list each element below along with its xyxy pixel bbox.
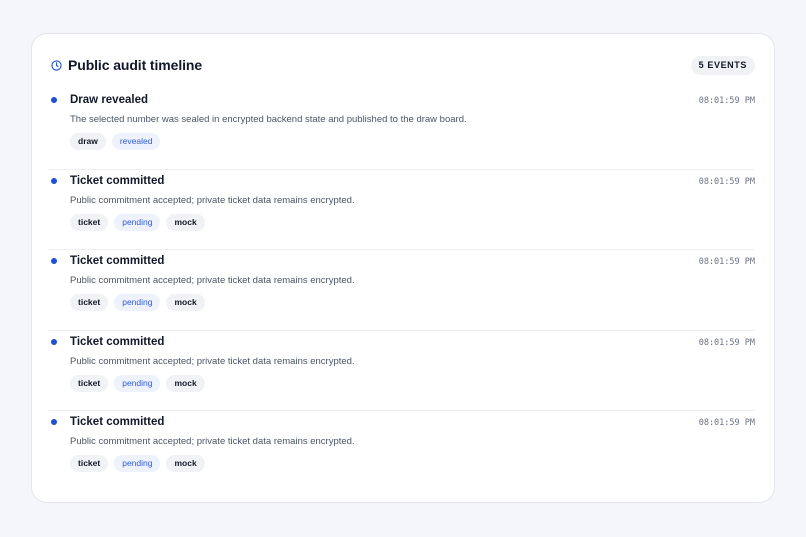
tag-mock: mock	[166, 455, 205, 472]
event-title: Ticket committed	[70, 335, 165, 348]
card-header: Public audit timeline 5 EVENTS	[51, 54, 755, 76]
tag-mock: mock	[166, 294, 205, 311]
audit-timeline-card: Public audit timeline 5 EVENTS Draw reve…	[31, 33, 775, 503]
event-description: Public commitment accepted; private tick…	[70, 436, 355, 447]
event-title: Ticket committed	[70, 174, 165, 187]
event-dot	[51, 338, 57, 345]
event-tags: ticket pending mock	[70, 374, 205, 392]
tag-pending: pending	[114, 213, 161, 231]
event-description: Public commitment accepted; private tick…	[70, 194, 355, 206]
timeline-event: Ticket committed 08:01:59 PM Public comm…	[49, 250, 755, 331]
clock-icon	[51, 59, 62, 71]
event-tags: ticket pending mock	[70, 294, 205, 311]
event-time: 08:01:59 PM	[698, 257, 755, 267]
tag-ticket: ticket	[70, 455, 109, 472]
event-title: Draw revealed	[70, 94, 148, 106]
event-list: Draw revealed 08:01:59 PM The selected n…	[49, 89, 755, 492]
event-description: The selected number was sealed in encryp…	[70, 114, 467, 125]
tag-ticket: ticket	[70, 213, 109, 231]
event-dot	[51, 177, 57, 184]
timeline-event: Ticket committed 08:01:59 PM Public comm…	[49, 331, 755, 411]
tag-revealed: revealed	[111, 133, 161, 150]
event-title: Ticket committed	[70, 416, 165, 428]
event-description: Public commitment accepted; private tick…	[70, 355, 355, 367]
tag-ticket: ticket	[70, 374, 109, 392]
tag-mock: mock	[166, 374, 205, 392]
timeline-event: Ticket committed 08:01:59 PM Public comm…	[49, 411, 755, 492]
event-time: 08:01:59 PM	[698, 337, 755, 348]
tag-pending: pending	[114, 374, 161, 392]
event-tags: ticket pending mock	[70, 213, 205, 231]
title-group: Public audit timeline	[51, 57, 202, 73]
timeline-event: Draw revealed 08:01:59 PM The selected n…	[49, 89, 755, 170]
tag-pending: pending	[114, 455, 161, 472]
panel-title: Public audit timeline	[68, 57, 203, 73]
event-time: 08:01:59 PM	[698, 96, 755, 106]
tag-ticket: ticket	[70, 294, 109, 311]
event-time: 08:01:59 PM	[698, 176, 755, 187]
event-description: Public commitment accepted; private tick…	[70, 275, 355, 286]
event-title: Ticket committed	[70, 255, 165, 267]
tag-pending: pending	[114, 294, 161, 311]
event-tags: ticket pending mock	[70, 455, 205, 472]
event-dot	[51, 97, 57, 103]
event-tags: draw revealed	[70, 133, 161, 150]
tag-mock: mock	[166, 213, 205, 231]
event-count-badge: 5 EVENTS	[690, 55, 755, 75]
event-time: 08:01:59 PM	[698, 418, 755, 428]
timeline-event: Ticket committed 08:01:59 PM Public comm…	[49, 170, 755, 250]
event-dot	[51, 258, 57, 264]
event-dot	[51, 419, 57, 425]
tag-draw: draw	[70, 133, 106, 150]
